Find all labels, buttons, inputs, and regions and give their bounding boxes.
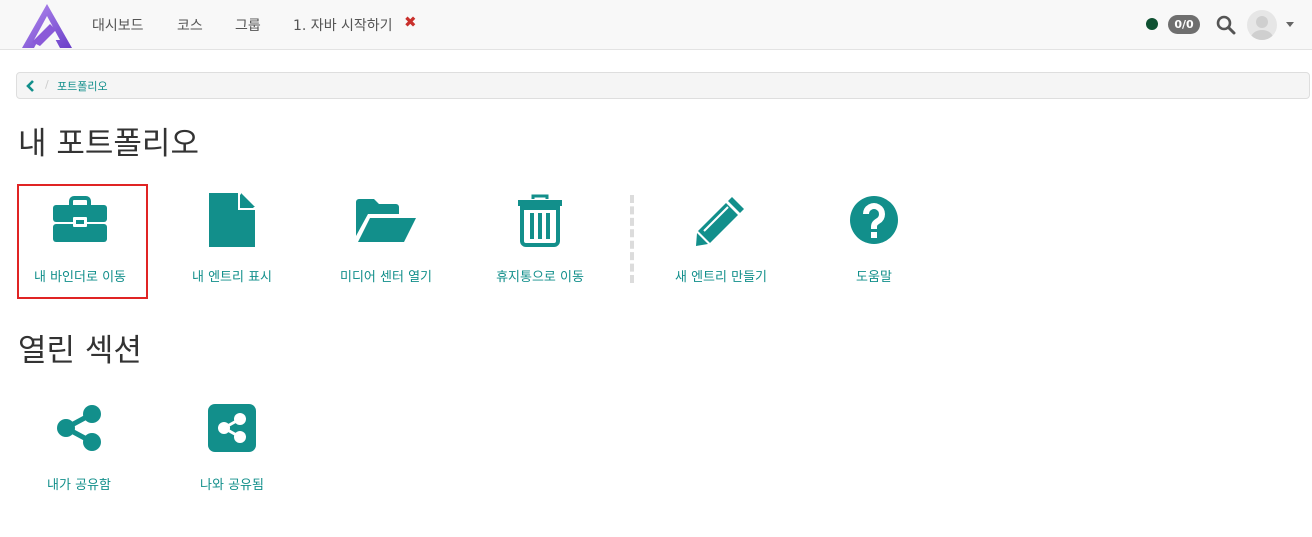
close-course-icon[interactable]: ✖	[404, 13, 417, 31]
shared-by-me-tile[interactable]: 내가 공유함	[13, 400, 145, 500]
portfolio-title: 내 포트폴리오	[18, 126, 199, 162]
file-icon	[209, 193, 255, 247]
tile-label: 새 엔트리 만들기	[675, 270, 767, 285]
tile-label: 휴지통으로 이동	[496, 270, 584, 285]
share-icon	[57, 405, 101, 451]
nav-courses[interactable]: 코스	[177, 15, 203, 35]
folder-open-icon	[356, 199, 416, 242]
tile-divider	[630, 195, 634, 283]
shared-with-me-tile[interactable]: 나와 공유됨	[166, 400, 298, 500]
open-sections-title: 열린 섹션	[18, 333, 142, 369]
tile-label: 내가 공유함	[47, 478, 111, 493]
breadcrumb-portfolio-link[interactable]: 포트폴리오	[57, 78, 108, 94]
help-tile[interactable]: 도움말	[808, 192, 940, 292]
open-media-center-tile[interactable]: 미디어 센터 열기	[320, 192, 452, 292]
search-icon[interactable]	[1216, 15, 1236, 35]
trash-icon	[518, 194, 562, 247]
tile-label: 미디어 센터 열기	[340, 270, 432, 285]
breadcrumb-separator: /	[45, 78, 49, 91]
highlight-box	[17, 184, 148, 299]
chevron-left-icon[interactable]	[25, 79, 37, 93]
show-my-entries-tile[interactable]: 내 엔트리 표시	[166, 192, 298, 292]
create-new-entry-tile[interactable]: 새 엔트리 만들기	[655, 192, 787, 292]
user-menu-caret-icon[interactable]	[1286, 22, 1294, 27]
online-status-icon	[1146, 18, 1158, 30]
top-navbar: 대시보드 코스 그룹 1. 자바 시작하기 ✖ 0/0	[0, 0, 1312, 50]
tile-label: 나와 공유됨	[200, 478, 264, 493]
avatar-icon	[1251, 16, 1273, 40]
tile-label: 내 엔트리 표시	[191, 270, 273, 285]
nav-current-course[interactable]: 1. 자바 시작하기	[293, 15, 393, 35]
score-badge[interactable]: 0/0	[1168, 15, 1200, 34]
breadcrumb: / 포트폴리오	[16, 72, 1310, 99]
nav-groups[interactable]: 그룹	[235, 15, 261, 35]
nav-dashboard[interactable]: 대시보드	[92, 15, 144, 35]
question-circle-icon	[850, 196, 898, 244]
tile-label: 도움말	[856, 270, 892, 285]
user-avatar[interactable]	[1247, 10, 1277, 40]
go-to-trash-tile[interactable]: 휴지통으로 이동	[474, 192, 606, 292]
app-logo-icon[interactable]	[20, 2, 74, 50]
pencil-icon	[696, 197, 744, 246]
share-square-icon	[208, 404, 256, 452]
